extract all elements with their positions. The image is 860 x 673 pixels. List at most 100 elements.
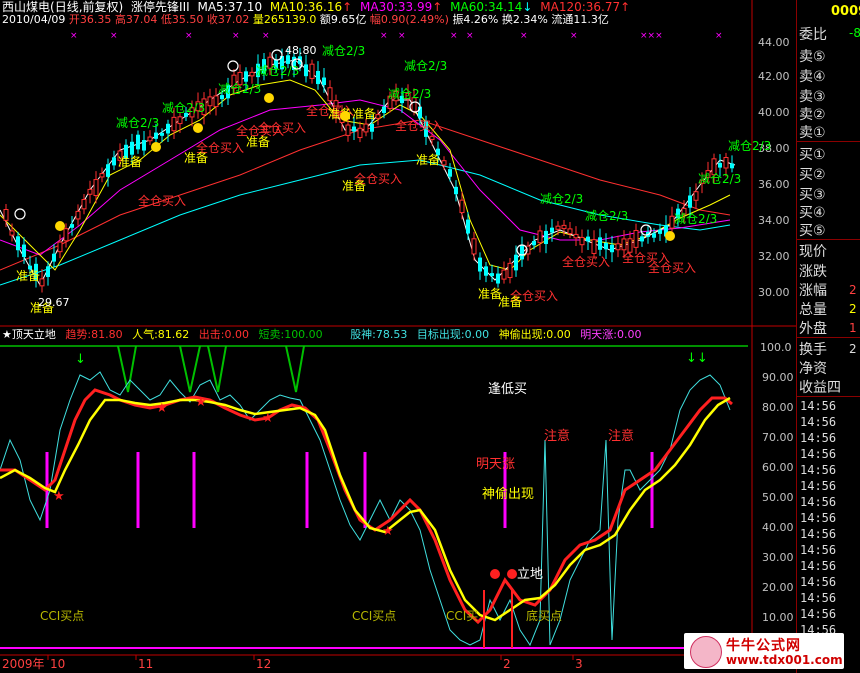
reduce-label: 减仓2/3 bbox=[585, 209, 628, 223]
tick-time: 14:56 bbox=[800, 543, 837, 557]
reduce-label: 减仓2/3 bbox=[322, 44, 365, 58]
bottom-buy-label: 底买点 bbox=[526, 608, 562, 623]
candle-body bbox=[207, 96, 213, 107]
sell-4[interactable]: 卖④ bbox=[799, 66, 826, 86]
candle-body bbox=[136, 134, 140, 150]
reduce-label: 减仓2/3 bbox=[388, 87, 431, 101]
candle-body bbox=[567, 228, 573, 235]
short-sell-value: 短卖:100.00 bbox=[258, 328, 323, 341]
candle-body bbox=[598, 237, 602, 250]
buy-4[interactable]: 买④ bbox=[799, 202, 826, 222]
stat-volume: 总量 bbox=[799, 302, 827, 318]
candle-body bbox=[490, 273, 494, 277]
stat-pct-value: 2 bbox=[849, 283, 857, 297]
candle-body bbox=[610, 244, 614, 253]
candle-body bbox=[39, 278, 45, 287]
candle-body bbox=[327, 87, 333, 102]
candle-body bbox=[249, 71, 255, 77]
full-buy-label: 全仓买入 bbox=[258, 120, 306, 135]
date-tick: 2 bbox=[503, 657, 511, 671]
sell-1[interactable]: 卖① bbox=[799, 122, 826, 142]
money-bag-icon bbox=[264, 93, 274, 103]
candle-body bbox=[147, 136, 153, 142]
attention-label: 注意 bbox=[608, 428, 634, 444]
price-tick: 30.00 bbox=[758, 286, 790, 299]
candle-body bbox=[573, 233, 579, 239]
candle-body bbox=[466, 219, 470, 234]
exit-value: 出击:0.00 bbox=[198, 328, 249, 341]
indicator-title[interactable]: 顶天立地 bbox=[12, 328, 56, 341]
sell-2[interactable]: 卖② bbox=[799, 104, 826, 124]
candle-body bbox=[75, 210, 81, 220]
ind-tick: 100.0 bbox=[760, 341, 792, 354]
price-tick: 32.00 bbox=[758, 250, 790, 263]
x-mark: × bbox=[450, 31, 458, 41]
candle-body bbox=[604, 242, 608, 250]
stat-volume-value: 2 bbox=[849, 302, 857, 316]
buy-5[interactable]: 买⑤ bbox=[799, 220, 826, 240]
money-bag-icon bbox=[340, 111, 350, 121]
stand-dot-icon bbox=[490, 569, 500, 579]
cci-buy-label: CCI买 bbox=[446, 609, 478, 623]
ind-tick: 80.00 bbox=[762, 401, 794, 414]
candle-body bbox=[448, 169, 452, 177]
candle-body bbox=[213, 95, 219, 108]
candle-body bbox=[688, 195, 692, 208]
candle-body bbox=[316, 70, 320, 85]
price-tick: 40.00 bbox=[758, 106, 790, 119]
candle-body bbox=[555, 225, 561, 230]
x-mark: ××× bbox=[640, 31, 663, 41]
x-mark: × bbox=[232, 31, 240, 41]
candle-body bbox=[514, 254, 518, 271]
candle-body bbox=[640, 236, 644, 242]
reduce-label: 减仓2/3 bbox=[728, 139, 771, 153]
high-price-label: 48.80 bbox=[285, 44, 317, 57]
indicator-axis: 100.0 90.00 80.00 70.00 60.00 50.00 40.0… bbox=[760, 341, 794, 624]
ind-tick: 50.00 bbox=[762, 491, 794, 504]
tick-time: 14:56 bbox=[800, 607, 837, 621]
candle-body bbox=[363, 123, 369, 133]
candle-body bbox=[478, 257, 482, 272]
indicator-star-icon: ★ bbox=[2, 328, 12, 341]
price-tick: 42.00 bbox=[758, 70, 790, 83]
cci-buy-label: CCI买点 bbox=[40, 609, 84, 623]
candle-body bbox=[52, 253, 56, 262]
buy-3[interactable]: 买③ bbox=[799, 184, 826, 204]
x-mark: × bbox=[520, 31, 528, 41]
buy-2[interactable]: 买② bbox=[799, 164, 826, 184]
stat-turnover-value: 2 bbox=[849, 342, 857, 356]
candle-body bbox=[532, 241, 536, 246]
date-tick: 12 bbox=[256, 657, 271, 671]
weibi-label: 委比 bbox=[799, 27, 827, 43]
candle-body bbox=[70, 224, 74, 228]
x-mark: × bbox=[398, 31, 406, 41]
watermark-title: 牛牛公式网 bbox=[726, 638, 801, 654]
tick-time: 14:56 bbox=[800, 447, 837, 461]
target-circle-icon bbox=[271, 49, 283, 61]
money-bag-icon bbox=[193, 123, 203, 133]
low-buy-label: 逢低买 bbox=[488, 382, 527, 397]
watermark: 牛牛公式网 www.tdx001.com bbox=[684, 633, 844, 669]
short-sell-spikes bbox=[117, 345, 305, 393]
star-icon: ★ bbox=[195, 395, 207, 410]
candle-body bbox=[99, 173, 105, 178]
candle-body bbox=[658, 229, 662, 234]
prepare-label: 准备 bbox=[16, 269, 40, 283]
target-value: 目标出现:0.00 bbox=[416, 328, 490, 341]
circle-markers bbox=[14, 49, 652, 256]
candle-body bbox=[544, 230, 548, 245]
candle-body bbox=[586, 236, 590, 242]
cci-buy-label: CCI买点 bbox=[352, 609, 396, 623]
candle-body bbox=[375, 114, 381, 119]
ind-tick: 60.00 bbox=[762, 461, 794, 474]
indicator-annotations: 逢低买 注意 注意 明天涨 神偷出现 立地 CCI买点 CCI买点 CCI买 底… bbox=[40, 382, 634, 623]
stat-outer: 外盘 bbox=[799, 321, 827, 337]
sell-5[interactable]: 卖⑤ bbox=[799, 46, 826, 66]
sell-3[interactable]: 卖③ bbox=[799, 86, 826, 106]
down-arrow-icon: ↓ bbox=[75, 352, 86, 367]
candle-body bbox=[16, 236, 20, 251]
candle-body bbox=[441, 160, 447, 166]
short-sell-spike bbox=[207, 345, 227, 393]
x-mark: × bbox=[70, 31, 78, 41]
buy-1[interactable]: 买① bbox=[799, 144, 826, 164]
